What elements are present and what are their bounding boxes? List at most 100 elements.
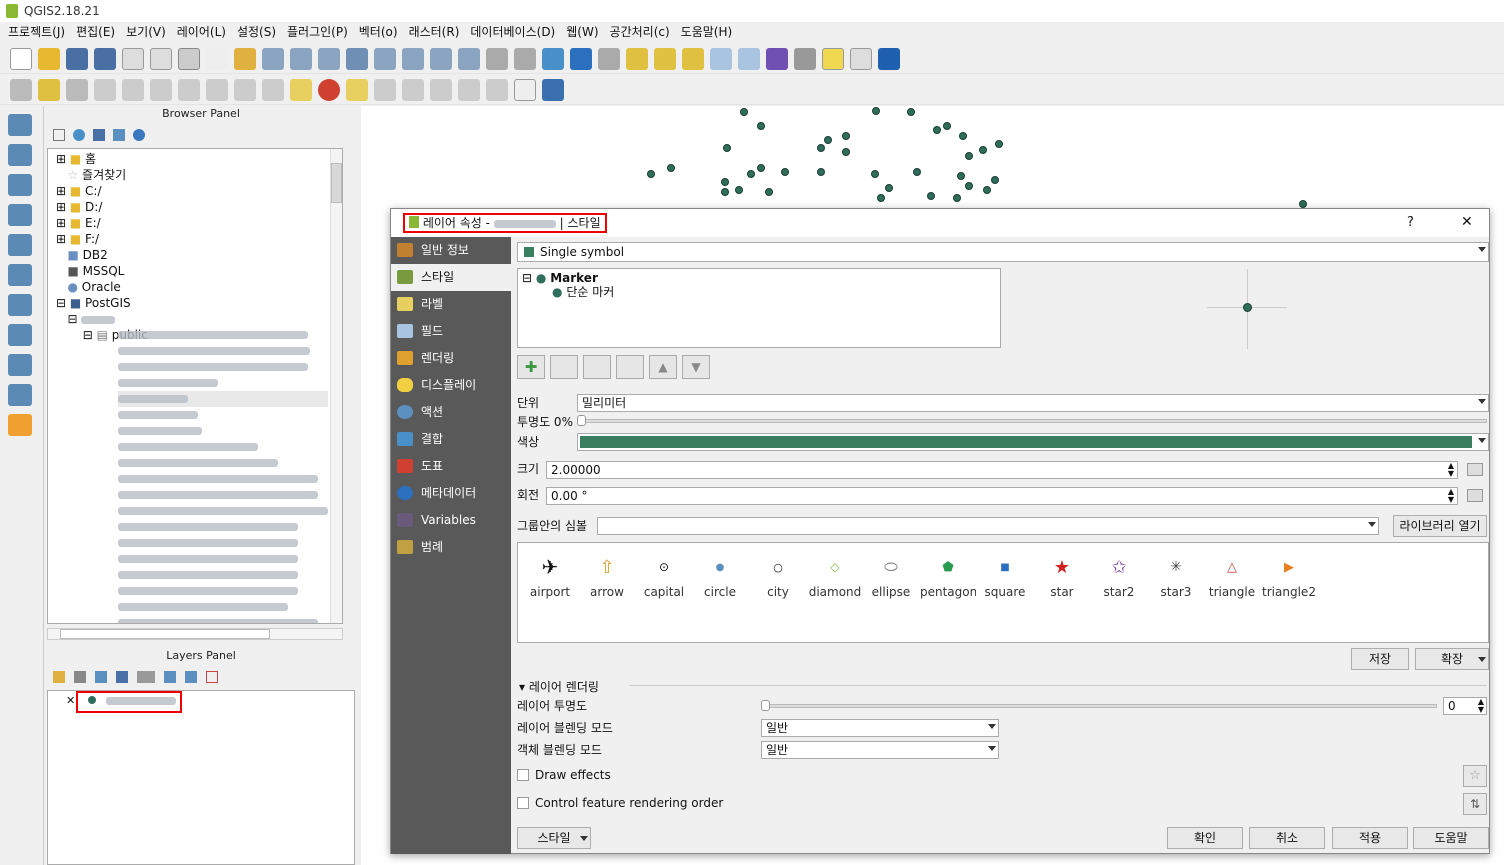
menu-web[interactable]: 웹(W): [566, 22, 598, 42]
add-wcs-icon[interactable]: [8, 264, 32, 286]
add-delimited-icon[interactable]: [8, 324, 32, 346]
size-spinbox[interactable]: 2.00000 ▲ ▼: [546, 461, 1458, 479]
symbol-diamond[interactable]: ◇ diamond: [807, 549, 863, 599]
refresh-icon[interactable]: [542, 47, 564, 70]
sort-order-button[interactable]: ⇅: [1463, 793, 1487, 815]
browser-vscrollbar[interactable]: [330, 149, 342, 623]
side-joins[interactable]: 결합: [391, 426, 511, 453]
zoom-last-icon[interactable]: [430, 47, 452, 70]
effects-star-button[interactable]: ☆: [1463, 765, 1487, 787]
opacity-slider-track[interactable]: [581, 419, 1487, 423]
cancel-button[interactable]: 취소: [1249, 827, 1325, 849]
add-wfs-icon[interactable]: [8, 294, 32, 316]
statistics-sigma-icon[interactable]: [766, 47, 788, 70]
unit-select[interactable]: 밀리미터: [577, 394, 1489, 412]
menu-database[interactable]: 데이터베이스(D): [470, 22, 555, 42]
tree-drive-d[interactable]: ⊞ ■ D:/: [56, 199, 342, 215]
browser-refresh-icon[interactable]: [73, 129, 85, 141]
symbol-airport[interactable]: ✈ airport: [522, 549, 578, 599]
new-bookmark-icon[interactable]: [486, 47, 508, 70]
group-select[interactable]: [597, 517, 1379, 535]
menu-processing[interactable]: 공간처리(c): [610, 22, 670, 42]
rotation-spinbox[interactable]: 0.00 ° ▲ ▼: [546, 487, 1458, 505]
expand-all-icon[interactable]: [164, 671, 176, 683]
menu-vector[interactable]: 벡터(o): [359, 22, 398, 42]
side-diagrams[interactable]: 도표: [391, 453, 511, 480]
help-contents-icon[interactable]: [878, 47, 900, 70]
lock-symbol-layer-button[interactable]: [583, 355, 611, 379]
apply-button[interactable]: 적용: [1332, 827, 1408, 849]
advanced-button[interactable]: 확장: [1415, 648, 1489, 670]
browser-hscrollbar[interactable]: [47, 628, 343, 640]
layer-opacity-spinbox[interactable]: 0 ▲ ▼: [1443, 697, 1487, 715]
symbol-star3[interactable]: ✳ star3: [1148, 549, 1204, 599]
tree-postgis[interactable]: ⊟ ■ PostGIS: [56, 295, 342, 311]
symbol-triangle2[interactable]: ▶ triangle2: [1261, 549, 1317, 600]
dialog-close-button[interactable]: ✕: [1461, 214, 1473, 230]
filter-expression-icon[interactable]: [137, 671, 155, 683]
layer-rendering-header[interactable]: ▾ 레이어 렌더링: [519, 678, 599, 695]
properties-icon[interactable]: [133, 129, 145, 141]
zoom-layer-icon[interactable]: [402, 47, 424, 70]
save-edits-icon[interactable]: [66, 78, 88, 101]
measure-icon[interactable]: [794, 47, 816, 70]
copy-features-icon[interactable]: [234, 78, 256, 101]
menu-raster[interactable]: 래스터(R): [409, 22, 460, 42]
node-tool-icon[interactable]: [150, 78, 172, 101]
menu-layer[interactable]: 레이어(L): [177, 22, 226, 42]
composer-icon[interactable]: [150, 47, 172, 70]
symbol-arrow[interactable]: ⇧ arrow: [579, 549, 635, 600]
feature-blend-select[interactable]: 일반: [761, 741, 999, 759]
layer-opacity-handle[interactable]: [761, 700, 770, 711]
manage-visibility-icon[interactable]: [95, 671, 107, 683]
ok-button[interactable]: 확인: [1167, 827, 1243, 849]
move-label-icon[interactable]: [430, 78, 452, 101]
tree-favorites[interactable]: ☆ 즐겨찾기: [56, 167, 342, 183]
attribute-table-icon[interactable]: [710, 47, 732, 70]
rotate-label-icon[interactable]: [458, 78, 480, 101]
side-metadata[interactable]: 메타데이터: [391, 480, 511, 507]
menu-settings[interactable]: 설정(S): [237, 22, 276, 42]
filter-legend-icon[interactable]: [116, 671, 128, 683]
color-button[interactable]: [577, 433, 1489, 451]
side-labels[interactable]: 라벨: [391, 291, 511, 318]
save-as-icon[interactable]: [94, 47, 116, 70]
side-variables[interactable]: Variables: [391, 507, 511, 534]
symbol-star[interactable]: ★ star: [1034, 549, 1090, 600]
move-up-button[interactable]: ▲: [649, 355, 677, 379]
tree-simple-marker[interactable]: ● 단순 마커: [552, 283, 614, 300]
pan-to-selection-icon[interactable]: [234, 47, 256, 70]
side-general[interactable]: 일반 정보: [391, 237, 511, 264]
cut-features-icon[interactable]: [206, 78, 228, 101]
move-down-button[interactable]: ▼: [682, 355, 710, 379]
new-print-icon[interactable]: [122, 47, 144, 70]
select-expression-icon[interactable]: [654, 47, 676, 70]
side-rendering[interactable]: 렌더링: [391, 345, 511, 372]
menu-project[interactable]: 프로젝트(J): [8, 22, 65, 42]
add-group-icon[interactable]: [74, 671, 86, 683]
open-folder-icon[interactable]: [38, 47, 60, 70]
add-spatialite-icon[interactable]: [8, 174, 32, 196]
map-tips-icon[interactable]: [822, 47, 844, 70]
toggle-editing-icon[interactable]: [38, 78, 60, 101]
collapse-all-icon[interactable]: [113, 129, 125, 141]
move-feature-icon[interactable]: [122, 78, 144, 101]
zoom-in-icon[interactable]: [262, 47, 284, 70]
symbol-pentagon[interactable]: ⬟ pentagon: [920, 549, 976, 600]
tree-drive-c[interactable]: ⊞ ■ C:/: [56, 183, 342, 199]
tree-mssql[interactable]: ■ MSSQL: [56, 263, 342, 279]
add-wms-icon[interactable]: [8, 234, 32, 256]
renderer-select[interactable]: Single symbol: [517, 242, 1489, 262]
tree-drive-e[interactable]: ⊞ ■ E:/: [56, 215, 342, 231]
symbol-ellipse[interactable]: ⬭ ellipse: [863, 549, 919, 599]
save-icon[interactable]: [66, 47, 88, 70]
tree-drive-f[interactable]: ⊞ ■ F:/: [56, 231, 342, 247]
label-abc-icon[interactable]: [290, 78, 312, 101]
delete-selected-icon[interactable]: [178, 78, 200, 101]
zoom-selection-icon[interactable]: [374, 47, 396, 70]
layer-blend-select[interactable]: 일반: [761, 719, 999, 737]
field-calculator-icon[interactable]: [738, 47, 760, 70]
new-project-icon[interactable]: [10, 47, 32, 70]
change-label-icon[interactable]: [486, 78, 508, 101]
add-virtual-icon[interactable]: [8, 354, 32, 376]
